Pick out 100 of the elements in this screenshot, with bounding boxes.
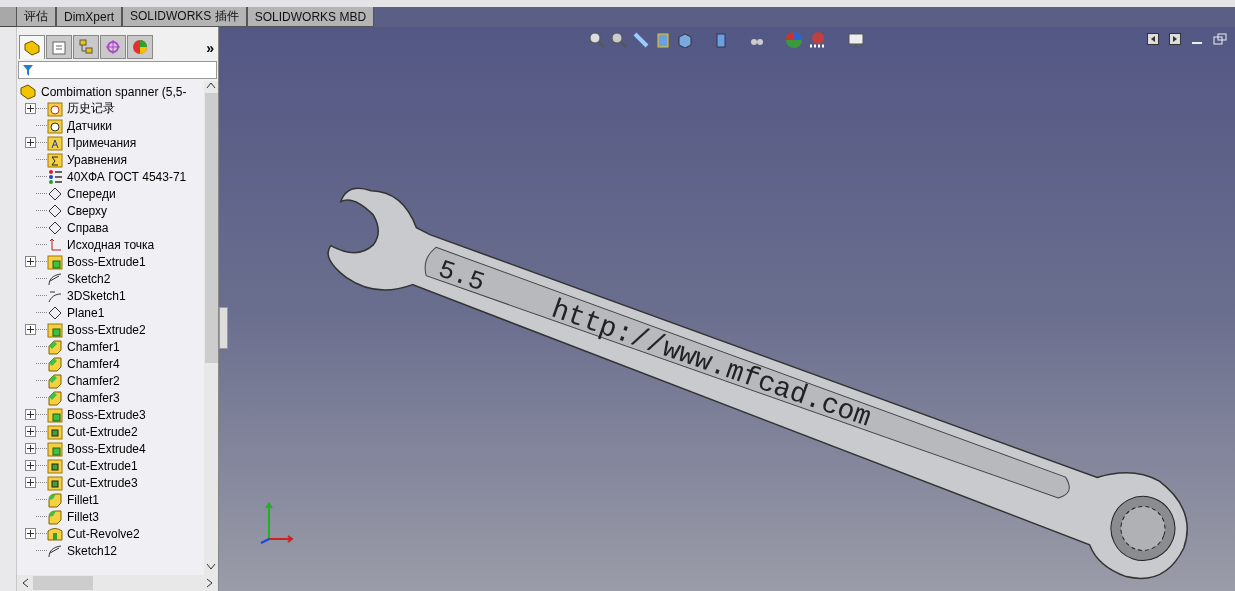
expand-icon[interactable] (25, 256, 36, 267)
tree-item[interactable]: Sketch12 (67, 543, 118, 558)
more-button[interactable]: » (202, 37, 218, 59)
scroll-down-icon[interactable] (206, 563, 216, 571)
scrollbar-thumb[interactable] (33, 576, 93, 590)
part-icon (19, 83, 37, 100)
part-icon (23, 39, 41, 56)
fillet-icon (47, 491, 63, 508)
previous-panel-icon[interactable] (1147, 33, 1159, 45)
sigma-folder-icon (47, 151, 63, 168)
origin-icon (47, 236, 63, 253)
extrude-icon (47, 406, 63, 423)
tree-item[interactable]: Спереди (67, 186, 116, 201)
tree-item[interactable]: Исходная точка (67, 237, 155, 252)
chamfer-icon (47, 338, 63, 355)
tree-item[interactable]: 历史记录 (67, 100, 115, 117)
tree-item[interactable]: Fillet3 (67, 509, 99, 524)
ring-socket (1110, 496, 1176, 561)
sketch-icon (47, 270, 63, 287)
scroll-right-icon[interactable] (206, 578, 214, 588)
cut-extrude-icon (47, 457, 63, 474)
tree-item[interactable]: Sketch2 (67, 271, 111, 286)
cut-extrude-icon (47, 474, 63, 491)
tree-item[interactable]: Boss-Extrude1 (67, 254, 146, 269)
panel-tab[interactable] (100, 35, 126, 59)
panel-tab[interactable] (19, 35, 45, 59)
crosshair-icon (105, 39, 121, 55)
chamfer-icon (47, 389, 63, 406)
tree-item[interactable]: Chamfer2 (67, 373, 120, 388)
fillet-icon (47, 508, 63, 525)
command-tab[interactable]: SOLIDWORKS MBD (246, 7, 375, 27)
tree-item[interactable]: Cut-Extrude3 (67, 475, 138, 490)
filter-field[interactable] (18, 61, 217, 79)
panel-tab[interactable] (73, 35, 99, 59)
restore-icon[interactable] (1213, 33, 1227, 45)
next-panel-icon[interactable] (1169, 33, 1181, 45)
tree-item[interactable]: Датчики (67, 118, 112, 133)
extrude-icon (47, 253, 63, 270)
plane-icon (47, 185, 63, 202)
tree-item[interactable]: Chamfer3 (67, 390, 120, 405)
tree-item[interactable]: Уравнения (67, 152, 127, 167)
hierarchy-icon (78, 39, 94, 55)
box-icon[interactable] (713, 32, 729, 48)
tree-item[interactable]: Chamfer4 (67, 356, 120, 371)
command-tab[interactable]: DimXpert (56, 7, 122, 27)
plane-icon (47, 304, 63, 321)
color-sphere-icon (132, 39, 148, 55)
tree-item[interactable]: Cut-Extrude2 (67, 424, 138, 439)
zoom-fit-icon[interactable] (589, 32, 605, 48)
color-sphere-icon[interactable] (785, 31, 803, 49)
tree-root[interactable]: Combimation spanner (5,5- (41, 84, 187, 99)
expand-icon[interactable] (25, 460, 36, 471)
gauge-folder-icon (47, 117, 63, 134)
command-tab[interactable]: SOLIDWORKS 插件 (122, 7, 247, 27)
size-engraving: 5.5 (434, 254, 489, 299)
splitter-handle[interactable] (219, 307, 228, 349)
expand-icon[interactable] (25, 426, 36, 437)
cube-icon[interactable] (677, 32, 693, 48)
tree-item[interactable]: Chamfer1 (67, 339, 120, 354)
expand-icon[interactable] (25, 409, 36, 420)
tree-item[interactable]: Сверху (67, 203, 108, 218)
expand-icon[interactable] (25, 443, 36, 454)
tree-item[interactable]: Boss-Extrude3 (67, 407, 146, 422)
tree-item[interactable]: Plane1 (67, 305, 105, 320)
tree-item[interactable]: Cut-Extrude1 (67, 458, 138, 473)
tree-item[interactable]: Cut-Revolve2 (67, 526, 140, 541)
cut-extrude-icon (47, 423, 63, 440)
plane-icon (47, 219, 63, 236)
scene-icon[interactable] (809, 31, 827, 49)
tree-item[interactable]: Справа (67, 220, 109, 235)
zoom-icon[interactable] (611, 32, 627, 48)
chamfer-icon (47, 372, 63, 389)
revolve-icon (47, 525, 63, 542)
clock-folder-icon (47, 100, 63, 117)
monitor-icon[interactable] (847, 32, 865, 48)
panel-tab[interactable] (46, 35, 72, 59)
expand-icon[interactable] (25, 528, 36, 539)
expand-icon[interactable] (25, 324, 36, 335)
extrude-icon (47, 440, 63, 457)
scroll-left-icon[interactable] (21, 578, 29, 588)
tree-item[interactable]: 3DSketch1 (67, 288, 126, 303)
command-tab[interactable]: 评估 (16, 7, 56, 27)
material-icon (47, 168, 63, 185)
tree-item[interactable]: Примечания (67, 135, 137, 150)
expand-icon[interactable] (25, 137, 36, 148)
scrollbar-thumb[interactable] (204, 93, 218, 363)
tree-item[interactable]: Boss-Extrude4 (67, 441, 146, 456)
section-icon[interactable] (655, 32, 671, 48)
tree-item[interactable]: Boss-Extrude2 (67, 322, 146, 337)
extrude-icon (47, 321, 63, 338)
annotation-folder-icon (47, 134, 63, 151)
tree-item[interactable]: 40ХФА ГОСТ 4543-71 (67, 169, 187, 184)
tree-item[interactable]: Fillet1 (67, 492, 99, 507)
pen-icon[interactable] (633, 32, 649, 48)
expand-icon[interactable] (25, 103, 36, 114)
panel-tab[interactable] (127, 35, 153, 59)
tab-row-edge (0, 7, 16, 27)
chamfer-icon (47, 355, 63, 372)
expand-icon[interactable] (25, 477, 36, 488)
scroll-up-icon[interactable] (206, 81, 216, 89)
